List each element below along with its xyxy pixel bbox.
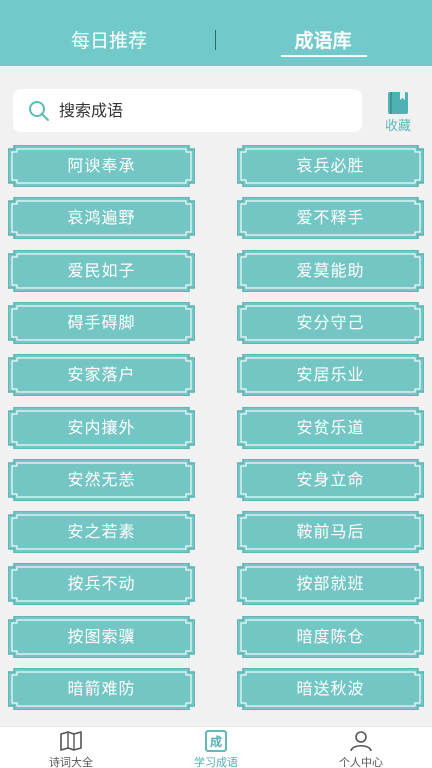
tab-idiom-library[interactable]: 成语库	[270, 28, 376, 56]
idiom-card-label: 安内攘外	[67, 417, 136, 437]
idiom-card[interactable]: 哀兵必胜	[237, 145, 424, 187]
idiom-card[interactable]: 按部就班	[237, 563, 424, 606]
idiom-card[interactable]: 安家落户	[8, 354, 195, 397]
idiom-card-label: 安之若素	[67, 522, 136, 542]
search-placeholder: 搜索成语	[59, 101, 124, 120]
idiom-card-label: 鞍前马后	[296, 522, 365, 542]
idiom-card-label: 哀兵必胜	[296, 156, 365, 175]
idiom-card-label: 碍手碍脚	[67, 312, 136, 332]
idiom-card[interactable]: 安分守己	[237, 301, 424, 344]
idiom-card-label: 安身立命	[296, 469, 365, 489]
idiom-card[interactable]: 安居乐业	[237, 354, 424, 397]
search-icon	[29, 101, 49, 121]
idiom-card[interactable]: 爱不释手	[237, 197, 424, 240]
idiom-card-label: 安然无恙	[67, 469, 136, 489]
search-input[interactable]: 搜索成语	[13, 89, 362, 132]
idiom-card-label: 安贫乐道	[296, 417, 365, 437]
idiom-card[interactable]: 碍手碍脚	[8, 301, 195, 344]
idiom-icon-glyph: 成	[210, 734, 222, 749]
idiom-card[interactable]: 暗箭难防	[8, 668, 195, 710]
idiom-card[interactable]: 安贫乐道	[237, 406, 424, 449]
idiom-card-label: 爱莫能助	[296, 260, 365, 280]
book-open-icon	[60, 731, 82, 751]
nav-poetry[interactable]: 诗词大全	[16, 727, 126, 768]
idiom-card-label: 安家落户	[67, 365, 136, 385]
idiom-card-label: 阿谀奉承	[67, 156, 136, 175]
idiom-card[interactable]: 暗度陈仓	[237, 615, 424, 658]
idiom-card[interactable]: 安然无恙	[8, 458, 195, 501]
idiom-card[interactable]: 安之若素	[8, 511, 195, 554]
nav-poetry-label: 诗词大全	[49, 756, 93, 768]
idiom-card[interactable]: 爱民如子	[8, 249, 195, 292]
bottom-nav: 诗词大全 成 学习成语 个人中心	[0, 726, 432, 768]
idiom-card[interactable]: 哀鸿遍野	[8, 197, 195, 240]
idiom-card-label: 按图索骥	[67, 626, 136, 646]
nav-learn-idioms-label: 学习成语	[194, 756, 238, 768]
idiom-card[interactable]: 安身立命	[237, 458, 424, 501]
idiom-card-label: 暗箭难防	[67, 679, 136, 698]
active-tab-indicator	[281, 55, 367, 57]
idiom-card[interactable]: 阿谀奉承	[8, 145, 195, 187]
idiom-card[interactable]: 爱莫能助	[237, 249, 424, 292]
tab-divider	[215, 30, 216, 50]
favorites-button[interactable]: 收藏	[376, 89, 420, 135]
idiom-card[interactable]: 按兵不动	[8, 563, 195, 606]
idiom-card[interactable]: 暗送秋波	[237, 668, 424, 710]
nav-profile-label: 个人中心	[339, 756, 383, 768]
bookmark-book-icon	[388, 92, 408, 114]
idiom-card-label: 暗送秋波	[296, 679, 365, 698]
nav-profile[interactable]: 个人中心	[306, 727, 416, 768]
idiom-card-label: 爱民如子	[67, 260, 136, 280]
idiom-card[interactable]: 按图索骥	[8, 615, 195, 658]
idiom-card-label: 按兵不动	[67, 574, 136, 594]
idiom-card-label: 哀鸿遍野	[67, 208, 136, 228]
tab-daily-recommend[interactable]: 每日推荐	[44, 28, 174, 56]
idiom-card-label: 安分守己	[296, 312, 365, 332]
idiom-card[interactable]: 安内攘外	[8, 406, 195, 449]
nav-learn-idioms[interactable]: 成 学习成语	[161, 727, 271, 768]
favorites-label: 收藏	[384, 119, 411, 134]
idiom-card-label: 安居乐业	[296, 365, 365, 385]
idiom-card-label: 暗度陈仓	[296, 626, 365, 646]
idiom-card-label: 爱不释手	[296, 208, 365, 228]
top-bar: 每日推荐 成语库	[0, 0, 432, 66]
idiom-card[interactable]: 鞍前马后	[237, 511, 424, 554]
idiom-card-label: 按部就班	[296, 574, 365, 594]
idiom-icon: 成	[205, 730, 227, 752]
person-icon	[350, 731, 372, 752]
